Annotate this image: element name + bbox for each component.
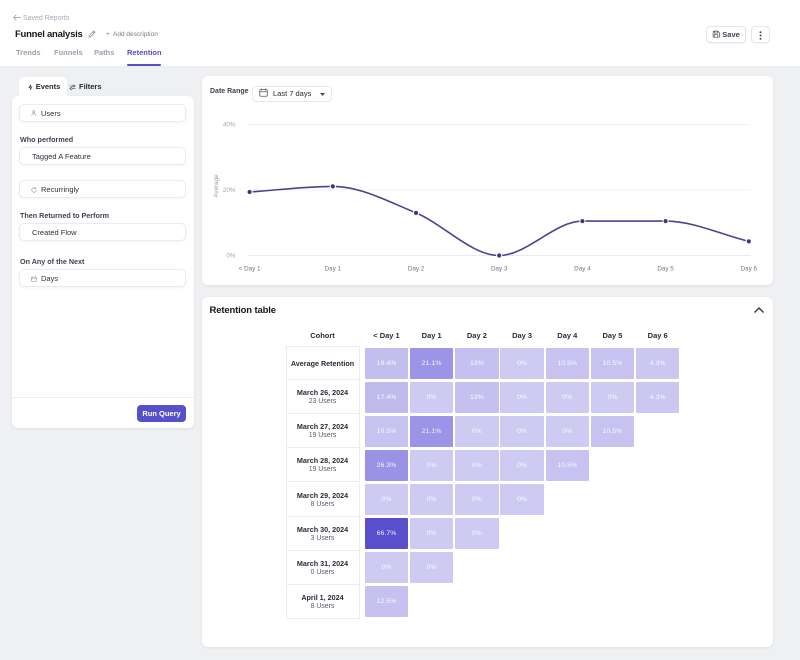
svg-text:0%: 0% — [226, 253, 236, 260]
svg-text:Day 4: Day 4 — [574, 266, 591, 273]
svg-text:20%: 20% — [223, 187, 236, 194]
svg-text:Day 2: Day 2 — [408, 266, 425, 273]
svg-text:Day 3: Day 3 — [491, 266, 508, 273]
svg-text:Day 1: Day 1 — [325, 266, 342, 273]
svg-text:< Day 1: < Day 1 — [239, 266, 261, 273]
svg-text:Day 5: Day 5 — [657, 266, 674, 273]
svg-text:Day 6: Day 6 — [741, 266, 758, 273]
svg-text:Average: Average — [213, 174, 220, 198]
svg-text:40%: 40% — [223, 122, 236, 129]
